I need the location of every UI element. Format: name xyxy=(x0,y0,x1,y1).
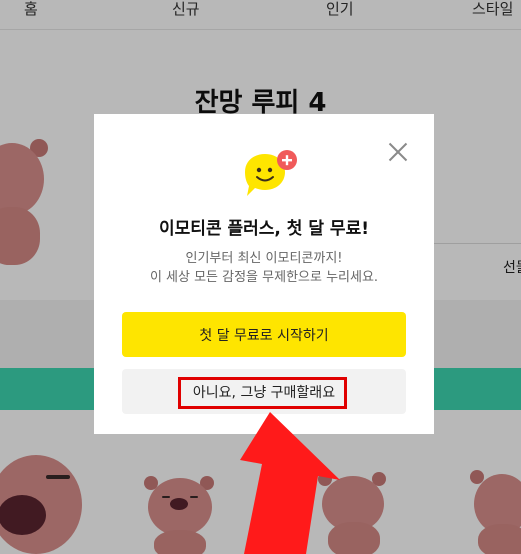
smiley-plus-icon xyxy=(245,150,297,196)
start-free-month-button[interactable]: 첫 달 무료로 시작하기 xyxy=(122,312,406,357)
modal-description-line2: 이 세상 모든 감정을 무제한으로 누리세요. xyxy=(149,270,379,285)
close-icon[interactable] xyxy=(388,142,408,162)
buy-instead-button[interactable]: 아니요, 그냥 구매할래요 xyxy=(122,369,406,414)
modal-description-line1: 인기부터 최신 이모티콘까지! xyxy=(185,251,343,266)
modal-title: 이모티콘 플러스, 첫 달 무료! xyxy=(159,219,369,239)
red-arrow-icon xyxy=(240,412,340,554)
emoticon-plus-modal: 이모티콘 플러스, 첫 달 무료! 인기부터 최신 이모티콘까지! 이 세상 모… xyxy=(94,114,434,434)
